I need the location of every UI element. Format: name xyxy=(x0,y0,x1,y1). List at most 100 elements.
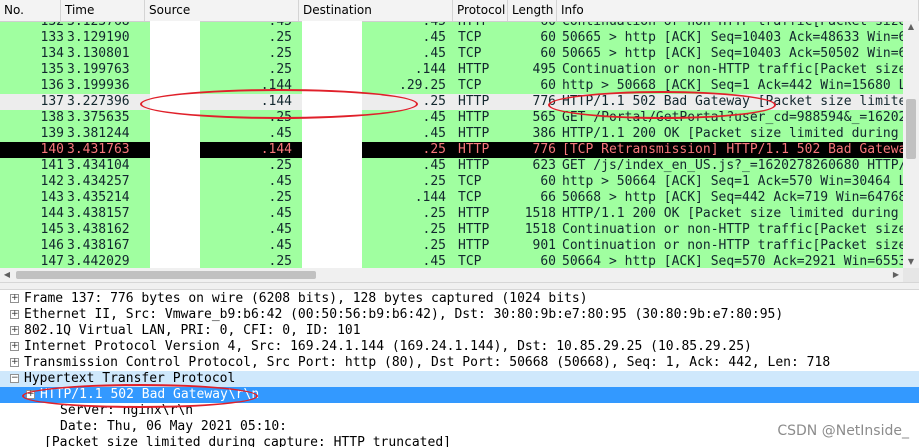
packet-cell-length: 565 xyxy=(532,110,556,125)
detail-line[interactable]: + Ethernet II, Src: Vmware_b9:b6:42 (00:5… xyxy=(0,307,919,323)
packet-cell-protocol: TCP xyxy=(458,190,482,205)
packet-cell-length: 386 xyxy=(532,126,556,141)
packet-row[interactable]: 134 3.130801.25.45 TCP 60 50665 > http [ACK]… xyxy=(0,46,919,62)
packet-cell-time: 3.431763 xyxy=(67,142,130,157)
packet-cell-length: 1518 xyxy=(524,222,556,237)
packet-cell-length: 60 xyxy=(540,30,556,45)
detail-text: 802.1Q Virtual LAN, PRI: 0, CFI: 0, ID: … xyxy=(24,323,361,338)
column-header-destination[interactable]: Destination xyxy=(299,0,453,21)
detail-text: Ethernet II, Src: Vmware_b9:b6:42 (00:50… xyxy=(24,307,784,322)
packet-cell-info: GET /js/index_en_US.js?_=1620278260680 H… xyxy=(562,158,907,173)
packet-row[interactable]: 135 3.199763.25.144 HTTP 495 Continuation or… xyxy=(0,62,919,78)
packet-row[interactable]: 141 3.434104.25.45 HTTP 623 GET /js/index_en… xyxy=(0,158,919,174)
detail-text: Frame 137: 776 bytes on wire (6208 bits)… xyxy=(24,291,588,306)
pane-splitter[interactable] xyxy=(0,282,919,290)
packet-cell-time: 3.199936 xyxy=(67,78,130,93)
packet-cell-info: 50668 > http [ACK] Seq=442 Ack=719 Win=6… xyxy=(562,190,907,205)
expand-icon[interactable]: + xyxy=(10,294,19,303)
packet-row[interactable]: 145 3.438162.45.25 HTTP 1518 Continuation or… xyxy=(0,222,919,238)
packet-cell-protocol: HTTP xyxy=(458,62,490,77)
packet-cell-no: 136 xyxy=(40,78,64,93)
packet-cell-protocol: HTTP xyxy=(458,126,490,141)
packet-cell-protocol: HTTP xyxy=(458,238,490,253)
packet-row[interactable]: 137 3.227396.144.25 HTTP 776 HTTP/1.1 502 Ba… xyxy=(0,94,919,110)
scroll-up-icon[interactable]: ▲ xyxy=(903,21,919,33)
watermark: CSDN @NetInside_ xyxy=(777,423,909,439)
packet-cell-protocol: HTTP xyxy=(458,158,490,173)
packet-cell-info: 50665 > http [ACK] Seq=10403 Ack=50502 W… xyxy=(562,46,907,61)
packet-cell-no: 145 xyxy=(40,222,64,237)
horizontal-scrollbar[interactable]: ◀ ▶ xyxy=(0,268,903,282)
packet-cell-time: 3.435214 xyxy=(67,190,130,205)
column-header-time[interactable]: Time xyxy=(61,0,145,21)
expand-icon[interactable]: + xyxy=(10,310,19,319)
highlight-ellipse xyxy=(140,89,418,119)
packet-cell-length: 60 xyxy=(540,46,556,61)
packet-cell-no: 137 xyxy=(40,94,64,109)
packet-cell-length: 623 xyxy=(532,158,556,173)
detail-text: [Packet size limited during capture: HTT… xyxy=(44,435,451,447)
packet-cell-length: 60 xyxy=(540,174,556,189)
packet-cell-no: 143 xyxy=(40,190,64,205)
packet-cell-protocol: TCP xyxy=(458,174,482,189)
packet-cell-info: HTTP/1.1 200 OK [Packet size limited dur… xyxy=(562,126,899,141)
packet-row[interactable]: 142 3.434257.45.25 TCP 60 http > 50664 [ACK]… xyxy=(0,174,919,190)
packet-cell-no: 142 xyxy=(40,174,64,189)
column-header-info[interactable]: Info xyxy=(557,0,919,21)
packet-cell-length: 1518 xyxy=(524,206,556,221)
redaction-mask xyxy=(302,21,362,268)
detail-text: Transmission Control Protocol, Src Port:… xyxy=(24,355,831,370)
packet-cell-no: 135 xyxy=(40,62,64,77)
packet-cell-time: 3.438167 xyxy=(67,238,130,253)
scroll-left-icon[interactable]: ◀ xyxy=(0,268,14,282)
packet-cell-no: 140 xyxy=(40,142,64,157)
packet-cell-time: 3.130801 xyxy=(67,46,130,61)
expand-icon[interactable]: + xyxy=(10,358,19,367)
detail-line[interactable]: + Frame 137: 776 bytes on wire (6208 bits… xyxy=(0,291,919,307)
column-header-source[interactable]: Source xyxy=(145,0,299,21)
packet-cell-time: 3.438162 xyxy=(67,222,130,237)
vertical-scrollbar[interactable]: ▲ ▼ xyxy=(903,21,919,268)
column-header-length[interactable]: Length xyxy=(508,0,557,21)
detail-line[interactable]: + Internet Protocol Version 4, Src: 169.2… xyxy=(0,339,919,355)
packet-row[interactable]: 136 3.199936.144.29.25 TCP 60 http > 50668 [… xyxy=(0,78,919,94)
packet-cell-protocol: TCP xyxy=(458,30,482,45)
redaction-mask xyxy=(150,21,200,268)
packet-cell-protocol: HTTP xyxy=(458,94,490,109)
packet-cell-protocol: HTTP xyxy=(458,110,490,125)
scroll-down-icon[interactable]: ▼ xyxy=(903,256,919,268)
packet-row[interactable]: 144 3.438157.45.25 HTTP 1518 HTTP/1.1 200 OK… xyxy=(0,206,919,222)
column-header-protocol[interactable]: Protocol xyxy=(453,0,508,21)
packet-cell-info: HTTP/1.1 200 OK [Packet size limited dur… xyxy=(562,206,899,221)
packet-row[interactable]: 133 3.129190.25.45 TCP 60 50665 > http [ACK]… xyxy=(0,30,919,46)
scroll-right-icon[interactable]: ▶ xyxy=(889,268,903,282)
packet-cell-info: 50665 > http [ACK] Seq=10403 Ack=48633 W… xyxy=(562,30,907,45)
packet-cell-info: Continuation or non-HTTP traffic[Packet … xyxy=(562,222,907,237)
packet-row[interactable]: 139 3.381244.45.45 HTTP 386 HTTP/1.1 200 OK … xyxy=(0,126,919,142)
packet-cell-info: Continuation or non-HTTP traffic[Packet … xyxy=(562,62,907,77)
packet-cell-no: 141 xyxy=(40,158,64,173)
column-header-no[interactable]: No. xyxy=(0,0,61,21)
packet-cell-no: 146 xyxy=(40,238,64,253)
detail-line[interactable]: +802.1Q Virtual LAN, PRI: 0, CFI: 0, ID:… xyxy=(0,323,919,339)
packet-cell-length: 60 xyxy=(540,78,556,93)
packet-list-pane: 1323.123768.45.45HTTP60Continuation or n… xyxy=(0,0,919,282)
packet-cell-length: 901 xyxy=(532,238,556,253)
detail-text: Internet Protocol Version 4, Src: 169.24… xyxy=(24,339,752,354)
packet-row[interactable]: 138 3.375635.25.45 HTTP 565 GET /Portal/GetP… xyxy=(0,110,919,126)
scrollbar-thumb[interactable] xyxy=(906,99,916,159)
expand-icon[interactable]: + xyxy=(10,342,19,351)
packet-cell-no: 144 xyxy=(40,206,64,221)
scrollbar-thumb[interactable] xyxy=(16,271,316,279)
packet-cell-time: 3.199763 xyxy=(67,62,130,77)
detail-line[interactable]: + Transmission Control Protocol, Src Port… xyxy=(0,355,919,371)
packet-cell-time: 3.434257 xyxy=(67,174,130,189)
packet-row[interactable]: 143 3.435214.25.144 TCP 66 50668 > http [ACK… xyxy=(0,190,919,206)
packet-cell-time: 3.375635 xyxy=(67,110,130,125)
packet-row[interactable]: 140 3.431763.144.25 HTTP 776 [TCP Retransmis… xyxy=(0,142,919,158)
packet-row[interactable]: 146 3.438167.45.25 HTTP 901 Continuation or … xyxy=(0,238,919,254)
collapse-icon[interactable]: − xyxy=(10,374,19,383)
expand-icon[interactable]: + xyxy=(10,326,19,335)
packet-cell-info: Continuation or non-HTTP traffic[Packet … xyxy=(562,238,907,253)
packet-cell-protocol: HTTP xyxy=(458,222,490,237)
